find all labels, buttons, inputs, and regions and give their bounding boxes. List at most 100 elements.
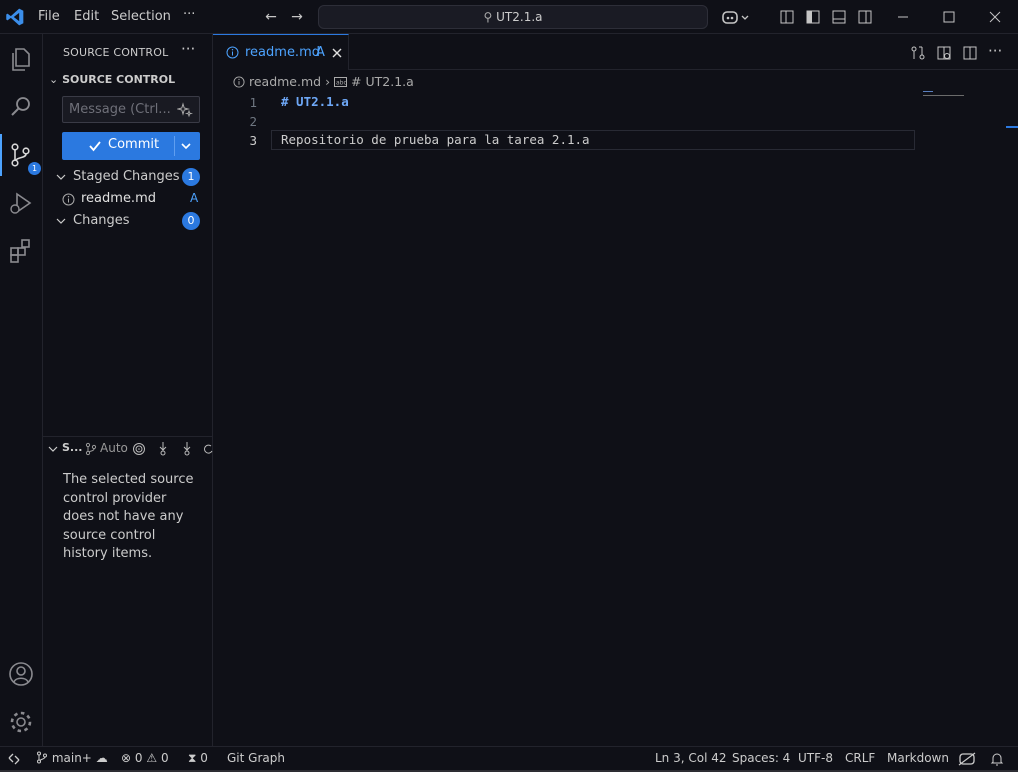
close-window-icon[interactable] [988,10,1002,24]
minimize-icon[interactable] [896,10,910,24]
code-line[interactable]: # UT2.1.a [281,94,349,109]
branch-icon [37,751,47,764]
staged-changes-label: Staged Changes [73,169,180,184]
extensions-icon[interactable] [6,236,36,266]
staged-changes-group[interactable]: Staged Changes 1 [43,166,213,188]
antenna-icon: ⧗ [188,751,197,765]
staged-file-status: A [190,191,199,205]
sidebar-more-actions-icon[interactable]: ··· [181,40,195,58]
pull-icon[interactable] [180,441,194,457]
source-control-graph-header[interactable]: S... Auto [43,436,213,460]
open-changes-icon[interactable] [910,45,926,61]
source-control-sidebar: SOURCE CONTROL ··· ⌄ SOURCE CONTROL Mess… [43,34,213,746]
maximize-icon[interactable] [942,10,956,24]
sidebar-title: SOURCE CONTROL [63,46,169,59]
notifications-bell-icon[interactable] [990,752,1004,766]
info-icon [233,76,245,88]
tab-status: A [316,45,325,60]
info-icon [62,193,75,206]
checkmark-icon [89,141,101,152]
search-icon: ⚲ [483,10,493,24]
command-center-search[interactable]: ⚲ UT2.1.a [318,5,708,29]
cursor-position[interactable]: Ln 3, Col 42 [655,751,727,765]
breadcrumb-symbol[interactable]: # UT2.1.a [351,74,414,89]
git-graph-button[interactable]: Git Graph [227,751,285,765]
remote-indicator[interactable] [0,747,28,771]
manage-gear-icon[interactable] [6,707,36,737]
command-center-text: UT2.1.a [496,10,543,24]
history-empty-message: The selected source control provider doe… [63,472,194,561]
menu-selection[interactable]: Selection [111,9,171,24]
copilot-status-icon[interactable] [958,752,976,766]
scm-section-header[interactable]: ⌄ SOURCE CONTROL [49,73,175,86]
staged-file-row[interactable]: readme.md A [43,188,213,210]
code-line[interactable]: Repositorio de prueba para la tarea 2.1.… [281,132,590,147]
commit-message-input[interactable]: Message (Ctrl... [62,96,200,123]
ports-status[interactable]: ⧗ 0 [188,751,208,766]
editor-tab-bar: readme.md A ··· [213,34,1018,70]
sparkle-icon[interactable] [177,102,193,118]
line-number: 1 [249,95,257,110]
error-count: 0 [134,751,143,765]
line-number: 2 [249,114,257,129]
close-icon[interactable] [331,47,343,59]
explorer-icon[interactable] [6,44,36,74]
commit-dropdown-chevron-icon[interactable] [180,140,192,152]
menu-edit[interactable]: Edit [74,9,99,24]
encoding[interactable]: UTF-8 [798,751,833,765]
staged-count-badge: 1 [182,168,200,186]
title-bar: File Edit Selection ··· ← → ⚲ UT2.1.a [0,0,1018,34]
changes-label: Changes [73,213,130,228]
scm-section-title: SOURCE CONTROL [62,73,176,86]
accounts-icon[interactable] [6,659,36,689]
split-editor-icon[interactable] [962,45,978,61]
commit-message-placeholder: Message (Ctrl... [69,102,171,117]
toggle-secondary-sidebar-icon[interactable] [858,10,872,24]
editor-area[interactable]: 1 # UT2.1.a 2 3 Repositorio de prueba pa… [213,90,1018,746]
chevron-down-icon [48,446,58,452]
changes-group[interactable]: Changes 0 [43,210,213,232]
warning-count: 0 [160,751,169,765]
open-preview-icon[interactable] [936,45,952,61]
commit-button-divider [174,136,175,156]
search-icon[interactable] [6,92,36,122]
minimap[interactable] [923,91,965,99]
commit-button-label: Commit [108,137,160,152]
tab-readme[interactable]: readme.md A [213,34,349,70]
refresh-icon[interactable] [203,442,213,456]
problems-status[interactable]: ⊗ 0 ⚠ 0 [121,751,169,765]
toggle-panel-icon[interactable] [832,10,846,24]
commit-button[interactable]: Commit [62,132,200,160]
language-mode[interactable]: Markdown [887,751,949,765]
branch-name: main+ [51,751,92,765]
run-debug-icon[interactable] [6,188,36,218]
indentation[interactable]: Spaces: 4 [732,751,790,765]
end-of-line[interactable]: CRLF [845,751,875,765]
layout-customize-icon[interactable] [780,10,794,24]
history-auto-label[interactable]: Auto [100,441,128,455]
error-icon: ⊗ [121,751,132,765]
editor-more-actions-icon[interactable]: ··· [988,42,1002,60]
branch-status[interactable]: main+ ☁ [36,751,108,765]
overview-ruler-marker [1006,126,1018,128]
toggle-primary-sidebar-icon[interactable] [806,10,820,24]
menu-more-icon[interactable]: ··· [183,7,195,22]
breadcrumb-file[interactable]: readme.md [249,74,321,89]
menu-file[interactable]: File [38,9,60,24]
copilot-icon[interactable] [721,9,751,25]
changes-count-badge: 0 [182,212,200,230]
info-icon [226,46,239,59]
ports-count: 0 [200,751,208,765]
activity-bar: 1 [0,34,43,746]
symbol-string-icon: abc [334,77,348,87]
forward-arrow-icon[interactable]: → [289,9,305,25]
breadcrumb: readme.md › abc # UT2.1.a [233,74,414,89]
source-control-activity[interactable]: 1 [0,134,41,176]
cloud-sync-icon: ☁ [95,751,108,765]
status-bar: main+ ☁ ⊗ 0 ⚠ 0 ⧗ 0 Git Graph Ln 3, Col … [0,746,1018,771]
target-icon[interactable] [132,442,146,456]
fetch-icon[interactable] [156,441,170,457]
source-control-badge: 1 [28,162,41,175]
warning-icon: ⚠ [146,751,158,765]
back-arrow-icon[interactable]: ← [263,9,279,25]
